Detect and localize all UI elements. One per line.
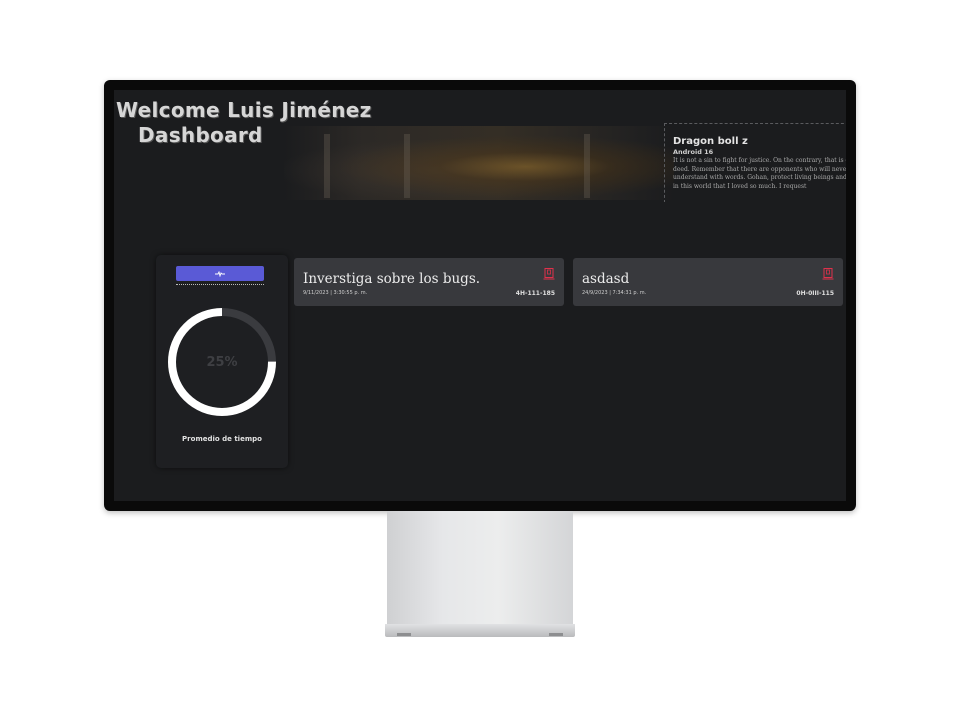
task-card[interactable]: asdasd 24/9/2023 | 7:34:31 p. m. 0H-0III… [573, 258, 843, 306]
banner-artwork [284, 126, 674, 200]
monitor-stand [387, 511, 573, 627]
progress-card: 25% Promedio de tiempo [156, 255, 288, 468]
delete-button[interactable] [822, 267, 834, 280]
divider [176, 284, 264, 285]
welcome-heading: Welcome Luis Jiménez [116, 98, 372, 122]
monitor: Welcome Luis Jiménez Dashboard Dragon bo… [104, 80, 856, 511]
task-code: 0H-0III-115 [796, 290, 834, 297]
monitor-base [385, 624, 575, 637]
app-screen: Welcome Luis Jiménez Dashboard Dragon bo… [114, 90, 846, 501]
task-card[interactable]: Inverstiga sobre los bugs. 9/11/2023 | 3… [294, 258, 564, 306]
task-date: 9/11/2023 | 3:30:55 p. m. [303, 290, 368, 296]
progress-caption: Promedio de tiempo [182, 435, 262, 443]
task-date: 24/9/2023 | 7:34:31 p. m. [582, 290, 647, 296]
task-title: asdasd [582, 271, 630, 287]
trash-icon [543, 268, 555, 280]
progress-value: 25% [206, 354, 238, 370]
pulse-icon [215, 270, 225, 277]
task-code: 4H-111-185 [515, 290, 555, 297]
info-card-title: Dragon boll z [673, 136, 748, 147]
info-card: Dragon boll z Android 16 It is not a sin… [664, 123, 846, 202]
trash-icon [822, 268, 834, 280]
task-title: Inverstiga sobre los bugs. [303, 271, 481, 287]
info-card-subtitle: Android 16 [673, 148, 714, 156]
header-banner: Welcome Luis Jiménez Dashboard Dragon bo… [114, 90, 846, 202]
pulse-button[interactable] [176, 266, 264, 281]
info-card-text: It is not a sin to fight for justice. On… [673, 157, 846, 190]
delete-button[interactable] [543, 267, 555, 280]
page-title: Dashboard [138, 123, 263, 147]
